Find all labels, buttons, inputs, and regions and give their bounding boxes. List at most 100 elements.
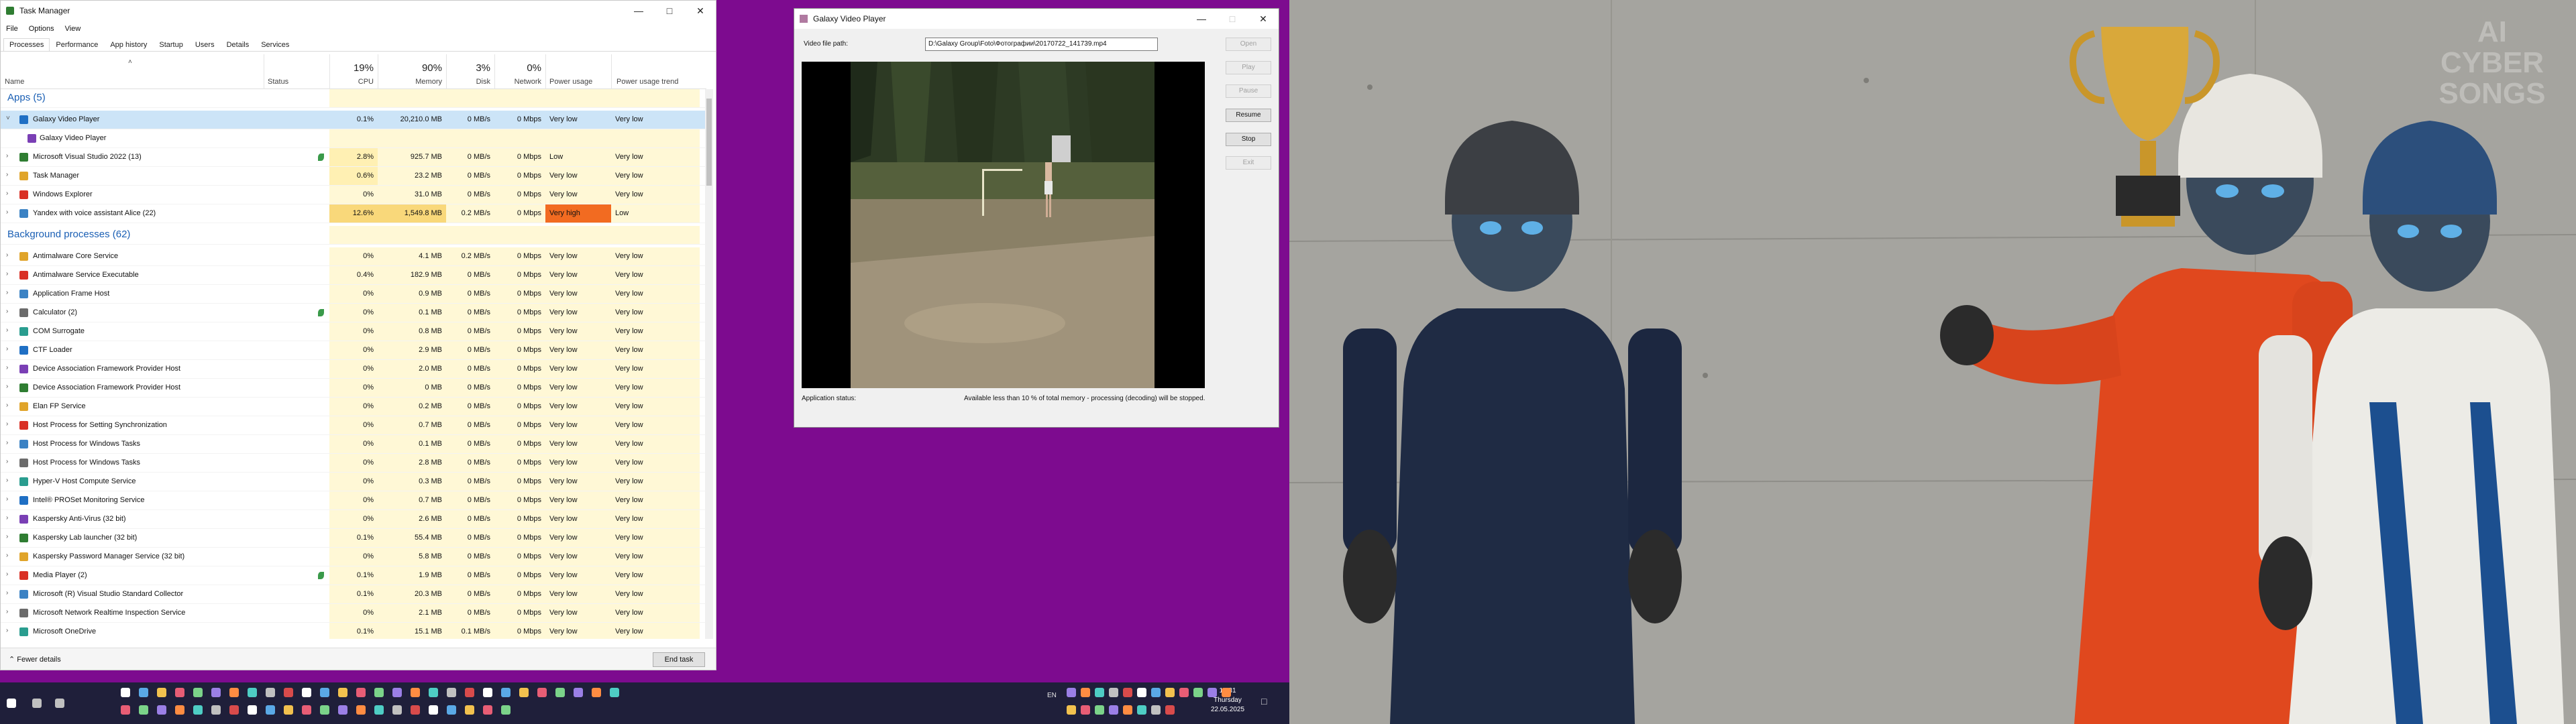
maximize-button[interactable]: □	[654, 1, 685, 21]
chevron-right-icon[interactable]: ›	[6, 326, 8, 334]
tray-icon[interactable]	[1081, 705, 1090, 715]
tray-icon[interactable]	[1151, 705, 1161, 715]
chevron-right-icon[interactable]: ›	[6, 627, 8, 634]
pinned-app-icon[interactable]	[392, 705, 402, 715]
tray-icon[interactable]	[1123, 688, 1132, 697]
minimize-button[interactable]: —	[623, 1, 654, 21]
process-row[interactable]: › Application Frame Host 0% 0.9 MB 0 MB/s 0 M…	[1, 285, 706, 304]
process-row[interactable]: › Microsoft Visual Studio 2022 (13) 2.8% 92…	[1, 148, 706, 167]
process-row[interactable]: › Media Player (2) 0.1% 1.9 MB 0 MB/s 0 Mbps V…	[1, 566, 706, 585]
process-row[interactable]: › Antimalware Core Service 0% 4.1 MB 0.2 MB/…	[1, 247, 706, 266]
chevron-right-icon[interactable]: ›	[6, 383, 8, 390]
process-row[interactable]: › Device Association Framework Provider H…	[1, 360, 706, 379]
col-disk[interactable]: Disk	[446, 78, 490, 86]
chevron-right-icon[interactable]: ›	[6, 458, 8, 465]
chevron-right-icon[interactable]: ›	[6, 190, 8, 197]
pinned-app-icon[interactable]	[501, 705, 511, 715]
chevron-right-icon[interactable]: ›	[6, 570, 8, 578]
pinned-app-icon[interactable]	[175, 705, 184, 715]
close-button[interactable]: ✕	[685, 1, 716, 21]
tray-icon[interactable]	[1151, 688, 1161, 697]
chevron-right-icon[interactable]: ›	[6, 420, 8, 428]
pinned-app-icon[interactable]	[537, 688, 547, 697]
pinned-app-icon[interactable]	[139, 688, 148, 697]
chevron-right-icon[interactable]: ›	[6, 208, 8, 216]
pinned-app-icon[interactable]	[139, 705, 148, 715]
tab-startup[interactable]: Startup	[153, 38, 189, 51]
task-view-icon[interactable]	[55, 699, 64, 708]
process-row[interactable]: › Microsoft (R) Visual Studio Standard Co…	[1, 585, 706, 604]
process-row[interactable]: › Calculator (2) 0% 0.1 MB 0 MB/s 0 Mbps Very …	[1, 304, 706, 322]
pinned-app-icon[interactable]	[592, 688, 601, 697]
tray-icon[interactable]	[1095, 688, 1104, 697]
pinned-app-icon[interactable]	[429, 705, 438, 715]
tray-icon[interactable]	[1123, 705, 1132, 715]
pinned-app-icon[interactable]	[429, 688, 438, 697]
chevron-right-icon[interactable]: ›	[6, 439, 8, 446]
pinned-app-icon[interactable]	[320, 705, 329, 715]
pinned-app-icon[interactable]	[447, 705, 456, 715]
pinned-app-icon[interactable]	[501, 688, 511, 697]
process-row[interactable]: ˅ Galaxy Video Player 0.1% 20,210.0 MB 0 MB/…	[1, 111, 706, 129]
pinned-app-icon[interactable]	[610, 688, 619, 697]
col-name[interactable]: Name	[5, 78, 24, 86]
chevron-right-icon[interactable]: ›	[6, 270, 8, 278]
resume-button[interactable]: Resume	[1226, 109, 1271, 122]
pinned-app-icon[interactable]	[320, 688, 329, 697]
end-task-button[interactable]: End task	[653, 652, 705, 667]
tray-icon[interactable]	[1067, 705, 1076, 715]
col-power[interactable]: Power usage	[549, 78, 592, 86]
process-row[interactable]: › Kaspersky Anti-Virus (32 bit) 0% 2.6 MB 0 …	[1, 510, 706, 529]
chevron-right-icon[interactable]: ›	[6, 364, 8, 371]
chevron-right-icon[interactable]: ›	[6, 152, 8, 160]
pinned-app-icon[interactable]	[284, 688, 293, 697]
process-row[interactable]: › COM Surrogate 0% 0.8 MB 0 MB/s 0 Mbps Very l…	[1, 322, 706, 341]
process-row[interactable]: › Task Manager 0.6% 23.2 MB 0 MB/s 0 Mbps Very…	[1, 167, 706, 186]
col-memory[interactable]: Memory	[378, 78, 442, 86]
pinned-app-icon[interactable]	[193, 688, 203, 697]
tray-icon[interactable]	[1137, 705, 1146, 715]
chevron-right-icon[interactable]: ›	[6, 171, 8, 178]
tray-icon[interactable]	[1067, 688, 1076, 697]
start-icon[interactable]	[7, 699, 16, 708]
pinned-app-icon[interactable]	[229, 688, 239, 697]
menu-options[interactable]: Options	[29, 25, 54, 33]
pinned-app-icon[interactable]	[211, 688, 221, 697]
tray-icon[interactable]	[1095, 705, 1104, 715]
tray-icon[interactable]	[1109, 688, 1118, 697]
scrollbar-thumb[interactable]	[706, 99, 712, 186]
pinned-app-icon[interactable]	[519, 688, 529, 697]
chevron-right-icon[interactable]: ›	[6, 514, 8, 522]
pinned-app-icon[interactable]	[211, 705, 221, 715]
process-row[interactable]: › Microsoft OneDrive 0.1% 15.1 MB 0.1 MB/s 0 …	[1, 623, 706, 639]
pinned-app-icon[interactable]	[447, 688, 456, 697]
pinned-app-icon[interactable]	[483, 705, 492, 715]
tm-titlebar[interactable]: Task Manager — □ ✕	[1, 1, 716, 21]
chevron-right-icon[interactable]: ›	[6, 589, 8, 597]
process-row[interactable]: › Intel® PROSet Monitoring Service 0% 0.7 M…	[1, 491, 706, 510]
tray-icon[interactable]	[1137, 688, 1146, 697]
pinned-app-icon[interactable]	[374, 688, 384, 697]
pinned-app-icon[interactable]	[374, 705, 384, 715]
pinned-app-icon[interactable]	[555, 688, 565, 697]
pinned-app-icon[interactable]	[392, 688, 402, 697]
process-row[interactable]: › Elan FP Service 0% 0.2 MB 0 MB/s 0 Mbps Very…	[1, 398, 706, 416]
tray-icon[interactable]	[1165, 688, 1175, 697]
pinned-app-icon[interactable]	[266, 688, 275, 697]
gvp-titlebar[interactable]: Galaxy Video Player — □ ✕	[794, 9, 1279, 29]
pinned-app-icon[interactable]	[356, 705, 366, 715]
minimize-button[interactable]: —	[1186, 9, 1217, 29]
process-row[interactable]: › Yandex with voice assistant Alice (22) 1…	[1, 204, 706, 223]
notifications-icon[interactable]: □	[1261, 696, 1267, 707]
process-row[interactable]: › CTF Loader 0% 2.9 MB 0 MB/s 0 Mbps Very low V…	[1, 341, 706, 360]
stop-button[interactable]: Stop	[1226, 133, 1271, 146]
chevron-right-icon[interactable]: ›	[6, 552, 8, 559]
tab-processes[interactable]: Processes	[3, 38, 50, 51]
pinned-app-icon[interactable]	[411, 688, 420, 697]
chevron-right-icon[interactable]: ›	[6, 477, 8, 484]
pinned-app-icon[interactable]	[302, 705, 311, 715]
chevron-right-icon[interactable]: ›	[6, 533, 8, 540]
process-row[interactable]: › Antimalware Service Executable 0.4% 182.9…	[1, 266, 706, 285]
tray-icon[interactable]	[1208, 688, 1217, 697]
pinned-app-icon[interactable]	[465, 705, 474, 715]
